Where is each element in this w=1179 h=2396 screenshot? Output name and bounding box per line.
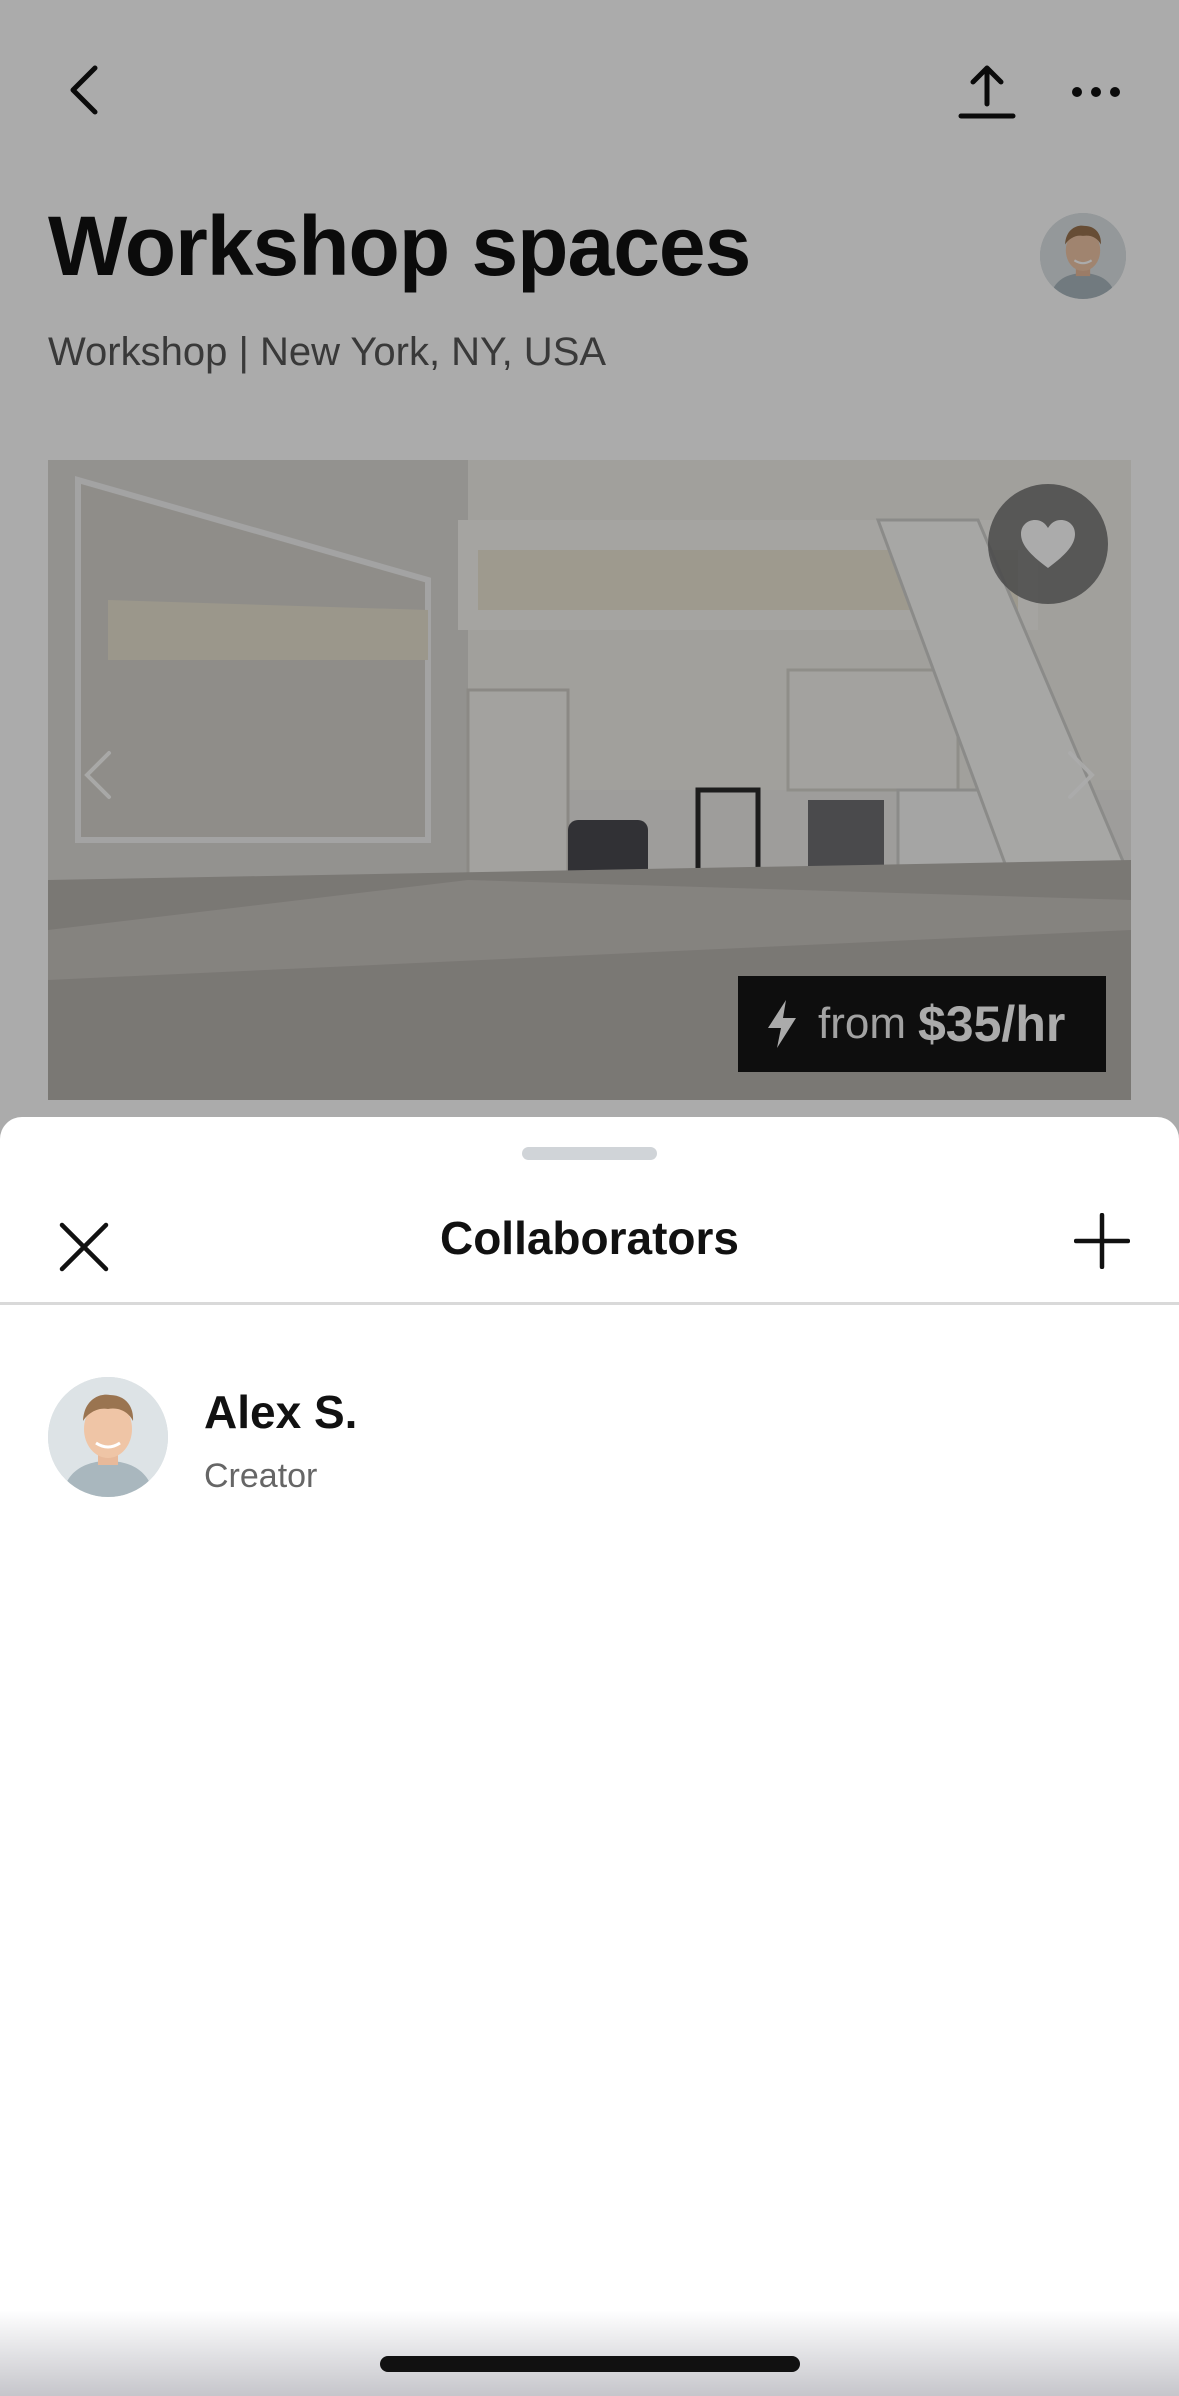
collaborator-name: Alex S. [204, 1386, 358, 1438]
price-from-label: from [818, 999, 906, 1048]
chevron-left-icon [84, 751, 111, 799]
more-dots-icon [1072, 87, 1120, 97]
more-options-button[interactable] [1060, 52, 1132, 132]
chevron-left-icon [70, 65, 98, 115]
price-badge: from $35/hr [738, 976, 1106, 1072]
plus-icon [1074, 1213, 1130, 1269]
close-button[interactable] [44, 1207, 124, 1287]
listing-subtitle: Workshop | New York, NY, USA [48, 330, 607, 374]
add-collaborator-button[interactable] [1062, 1201, 1142, 1281]
share-button[interactable] [950, 52, 1024, 132]
sheet-header: Collaborators [0, 1187, 1179, 1305]
lightning-bolt-icon [768, 1000, 796, 1048]
favorite-button[interactable] [988, 484, 1108, 604]
listing-title: Workshop spaces [48, 199, 751, 293]
person-avatar-image [1040, 213, 1126, 299]
avatar [48, 1377, 168, 1497]
price-amount: $35/hr [918, 996, 1066, 1052]
close-x-icon [59, 1222, 109, 1272]
listing-photo-carousel[interactable]: from $35/hr [48, 460, 1131, 1100]
home-indicator[interactable] [380, 2356, 800, 2372]
sheet-title: Collaborators [439, 1212, 740, 1264]
collaborator-list-item[interactable]: Alex S. Creator [48, 1377, 1131, 1497]
previous-photo-button[interactable] [68, 730, 128, 820]
person-avatar-image [48, 1377, 168, 1497]
next-photo-button[interactable] [1051, 730, 1111, 820]
collaborators-sheet: Collaborators Alex S. Creator [0, 1117, 1179, 2396]
owner-avatar[interactable] [1040, 213, 1126, 299]
chevron-right-icon [1068, 751, 1095, 799]
share-upload-icon [958, 65, 1016, 119]
listing-page: Workshop spaces Workshop | New York, NY,… [0, 0, 1179, 1140]
collaborator-role: Creator [204, 1457, 318, 1495]
sheet-drag-handle[interactable] [522, 1147, 657, 1160]
back-button[interactable] [50, 50, 120, 130]
heart-icon [1021, 520, 1075, 568]
home-indicator-fade [0, 2310, 1179, 2396]
